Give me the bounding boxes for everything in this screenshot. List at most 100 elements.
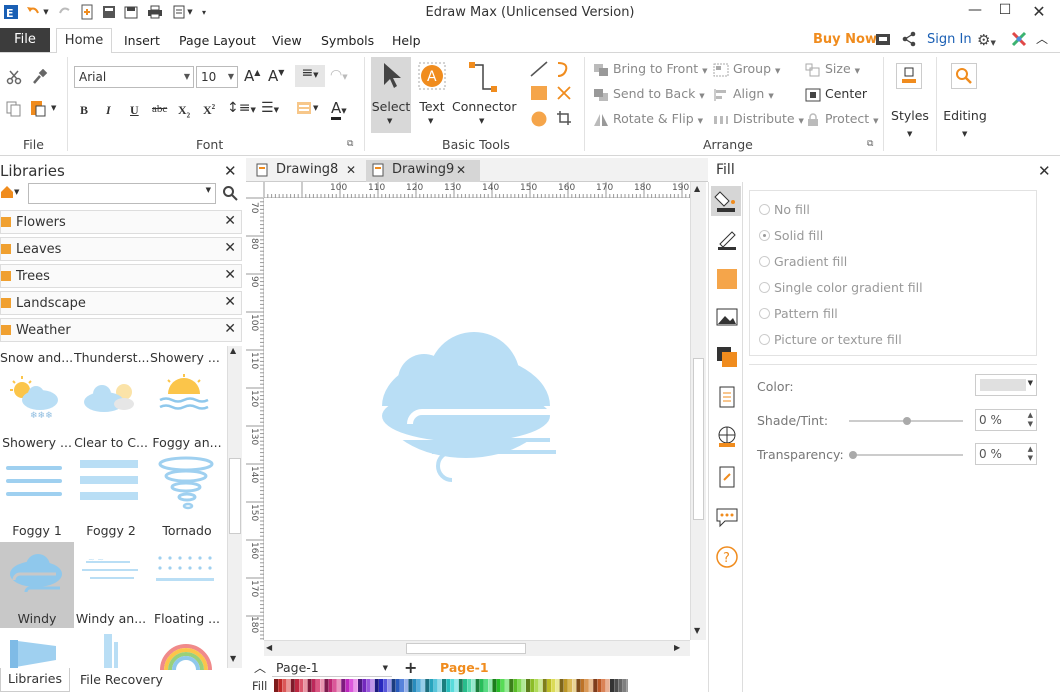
spinner-arrows-icon[interactable]: ▲ ▼ (1028, 411, 1033, 429)
maximize-button[interactable]: ☐ (990, 2, 1020, 20)
bullets-icon[interactable]: ☰▼ (261, 100, 279, 116)
shape-beam[interactable] (0, 630, 74, 672)
arc-tool-icon[interactable] (556, 60, 570, 81)
line-style-icon[interactable] (716, 228, 738, 250)
shape-showery[interactable]: ❄❄❄ Showery ... (0, 366, 74, 452)
shape-foggy-and-sunny[interactable]: Foggy an... (150, 366, 224, 452)
bring-to-front-button[interactable]: Bring to Front ▼ (593, 61, 708, 77)
slider-knob[interactable] (849, 451, 857, 459)
line-tool-icon[interactable] (530, 61, 548, 80)
styles-button[interactable]: Styles ▼ (890, 59, 930, 147)
shape-floating[interactable]: Floating ... (150, 542, 224, 628)
help-icon[interactable]: ? (716, 546, 738, 568)
spinner-arrows-icon[interactable]: ▲ ▼ (1028, 445, 1033, 463)
tab-page-layout[interactable]: Page Layout (171, 31, 264, 53)
font-size-select[interactable]: 10 ▼ (196, 66, 238, 88)
library-category-weather[interactable]: Weather ✕ (0, 318, 242, 342)
scroll-left-icon[interactable]: ◀ (266, 643, 272, 652)
send-to-back-button[interactable]: Send to Back ▼ (593, 86, 705, 102)
center-button[interactable]: Center (805, 86, 867, 102)
transparency-input[interactable]: 0 % ▲ ▼ (975, 443, 1037, 465)
document-properties-icon[interactable] (716, 386, 738, 408)
scroll-thumb[interactable] (229, 458, 241, 534)
buy-now-link[interactable]: Buy Now (813, 32, 877, 47)
shape-tornado[interactable]: Tornado (150, 454, 224, 540)
arrange-dialog-launcher-icon[interactable]: ⧉ (867, 139, 873, 149)
tab-insert[interactable]: Insert (116, 31, 168, 53)
bold-icon[interactable]: B (80, 103, 88, 118)
rotate-flip-button[interactable]: Rotate & Flip ▼ (593, 111, 703, 127)
radio-no-fill[interactable]: No fill (759, 202, 810, 217)
close-window-button[interactable]: ✕ (1024, 2, 1054, 21)
paste-icon[interactable]: ▼ (30, 99, 56, 120)
close-category-icon[interactable]: ✕ (224, 240, 236, 256)
attachment-icon[interactable] (716, 466, 738, 488)
shape-clear-to-cloudy[interactable]: Clear to C... (74, 366, 148, 452)
shade-tint-input[interactable]: 0 % ▲ ▼ (975, 409, 1037, 431)
decrease-font-icon[interactable]: A▼ (268, 67, 284, 85)
distribute-button[interactable]: Distribute ▼ (713, 111, 804, 127)
crop-tool-icon[interactable] (556, 110, 572, 129)
group-button[interactable]: Group ▼ (713, 61, 780, 77)
scroll-down-icon[interactable]: ▼ (230, 654, 236, 663)
font-color-icon[interactable]: A▼ (331, 99, 347, 120)
close-category-icon[interactable]: ✕ (224, 294, 236, 310)
tab-file-recovery[interactable]: File Recovery (72, 670, 163, 690)
format-painter-icon[interactable] (32, 68, 48, 88)
tab-help[interactable]: Help (384, 31, 429, 53)
font-name-select[interactable]: Arial ▼ (74, 66, 194, 88)
fill-icon[interactable] (711, 186, 741, 216)
add-page-icon[interactable]: + (404, 658, 417, 677)
highlight-icon[interactable]: ▼ (296, 101, 318, 118)
document-tab-drawing9[interactable]: Drawing9 ✕ (366, 160, 480, 182)
shade-tint-slider[interactable] (849, 417, 963, 425)
close-category-icon[interactable]: ✕ (224, 267, 236, 283)
radio-picture-fill[interactable]: Picture or texture fill (759, 332, 902, 347)
cut-icon[interactable] (6, 69, 22, 88)
color-swatches[interactable] (274, 679, 628, 692)
protect-button[interactable]: Protect ▼ (805, 111, 879, 127)
page-tab[interactable]: Page-1 (440, 660, 489, 675)
scroll-right-icon[interactable]: ▶ (674, 643, 680, 652)
italic-icon[interactable]: I (106, 103, 111, 118)
library-home-icon[interactable]: ▼ (0, 185, 19, 202)
settings-gear-icon[interactable]: ⚙▼ (977, 31, 996, 49)
layers-icon[interactable] (716, 346, 738, 368)
ellipse-tool-icon[interactable] (531, 111, 547, 130)
shape-foggy-1[interactable]: Foggy 1 (0, 454, 74, 540)
strikethrough-icon[interactable]: abc (152, 103, 167, 115)
shadow-icon[interactable] (716, 268, 738, 290)
image-icon[interactable] (716, 306, 738, 328)
shape-windy-and[interactable]: ~ ~ Windy an... (74, 542, 148, 628)
align-button[interactable]: Align ▼ (713, 86, 774, 102)
windy-cloud-shape[interactable] (380, 328, 560, 494)
library-category-trees[interactable]: Trees ✕ (0, 264, 242, 288)
superscript-icon[interactable]: X2 (203, 103, 215, 118)
library-category-landscape[interactable]: Landscape ✕ (0, 291, 242, 315)
pages-collapse-icon[interactable]: ︿ (254, 659, 266, 676)
canvas-horizontal-scrollbar[interactable]: ◀ ▶ (264, 640, 690, 656)
drawing-canvas[interactable] (264, 198, 690, 640)
document-tab-drawing8[interactable]: Drawing8 ✕ (250, 160, 362, 182)
minimize-button[interactable]: — (960, 2, 990, 20)
library-category-flowers[interactable]: Flowers ✕ (0, 210, 242, 234)
close-libraries-icon[interactable]: ✕ (224, 162, 237, 180)
share-icon[interactable] (902, 31, 916, 50)
apps-icon[interactable] (1011, 31, 1027, 50)
scroll-up-icon[interactable]: ▲ (230, 346, 236, 355)
underline-icon[interactable]: U (130, 103, 139, 118)
shape-windy[interactable]: Windy (0, 542, 74, 628)
close-tab-icon[interactable]: ✕ (346, 160, 356, 180)
scroll-thumb[interactable] (693, 358, 704, 520)
scroll-down-icon[interactable]: ▼ (694, 626, 700, 635)
size-button[interactable]: Size ▼ (805, 61, 860, 77)
curve-text-icon[interactable]: ◠▼ (330, 67, 348, 83)
copy-icon[interactable] (6, 101, 22, 120)
close-category-icon[interactable]: ✕ (224, 213, 236, 229)
library-category-leaves[interactable]: Leaves ✕ (0, 237, 242, 261)
radio-single-color-gradient-fill[interactable]: Single color gradient fill (759, 280, 923, 295)
tab-symbols[interactable]: Symbols (313, 31, 382, 53)
collapse-ribbon-icon[interactable]: ︿ (1036, 30, 1048, 47)
cart-icon[interactable] (875, 31, 891, 50)
increase-font-icon[interactable]: A▲ (244, 67, 260, 85)
